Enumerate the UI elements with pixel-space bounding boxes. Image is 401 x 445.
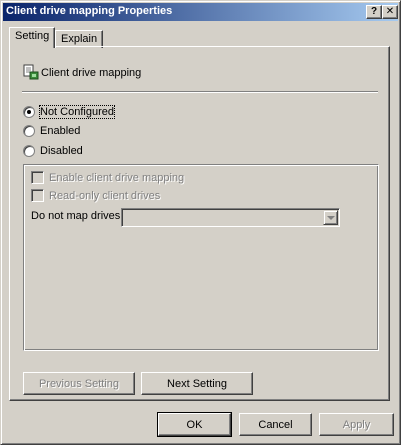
radio-enabled[interactable]: Enabled — [23, 125, 81, 138]
next-setting-button[interactable]: Next Setting — [141, 372, 253, 395]
cancel-button[interactable]: Cancel — [239, 413, 312, 436]
do-not-map-drives-label: Do not map drives — [31, 210, 121, 222]
radio-button[interactable] — [23, 145, 35, 158]
tab-setting-label: Setting — [15, 30, 50, 42]
checkbox-label: Enable client drive mapping — [49, 171, 185, 184]
radio-disabled[interactable]: Disabled — [23, 145, 83, 158]
policy-title: Client drive mapping — [41, 67, 142, 79]
radio-label-disabled: Disabled — [40, 145, 83, 158]
tab-explain-label: Explain — [61, 33, 98, 45]
checkbox-box[interactable] — [31, 189, 44, 202]
window-title: Client drive mapping Properties — [6, 5, 173, 17]
checkbox-enable-client-drive-mapping[interactable]: Enable client drive mapping — [31, 171, 184, 184]
radio-button-checked[interactable] — [23, 106, 35, 119]
separator — [22, 91, 378, 93]
checkbox-label: Read-only client drives — [49, 189, 161, 202]
previous-setting-button[interactable]: Previous Setting — [23, 372, 135, 395]
do-not-map-drives-dropdown[interactable] — [121, 208, 340, 227]
checkbox-read-only-client-drives[interactable]: Read-only client drives — [31, 189, 160, 202]
help-button[interactable]: ? — [366, 5, 382, 19]
radio-label-enabled: Enabled — [40, 125, 81, 138]
properties-dialog: Client drive mapping Properties ? ✕ Sett… — [0, 0, 401, 445]
chevron-down-icon[interactable] — [323, 210, 338, 225]
close-button[interactable]: ✕ — [382, 5, 398, 19]
radio-label-not-configured: Not Configured — [39, 105, 115, 120]
title-bar[interactable]: Client drive mapping Properties ? ✕ — [3, 3, 398, 21]
checkbox-box[interactable] — [31, 171, 44, 184]
tab-setting[interactable]: Setting — [9, 27, 56, 48]
ok-button[interactable]: OK — [157, 412, 232, 437]
radio-not-configured[interactable]: Not Configured — [23, 105, 115, 120]
close-icon: ✕ — [385, 6, 395, 17]
radio-button[interactable] — [23, 125, 35, 138]
apply-button[interactable]: Apply — [319, 413, 394, 436]
policy-setting-icon — [23, 64, 39, 80]
help-icon: ? — [370, 6, 378, 17]
